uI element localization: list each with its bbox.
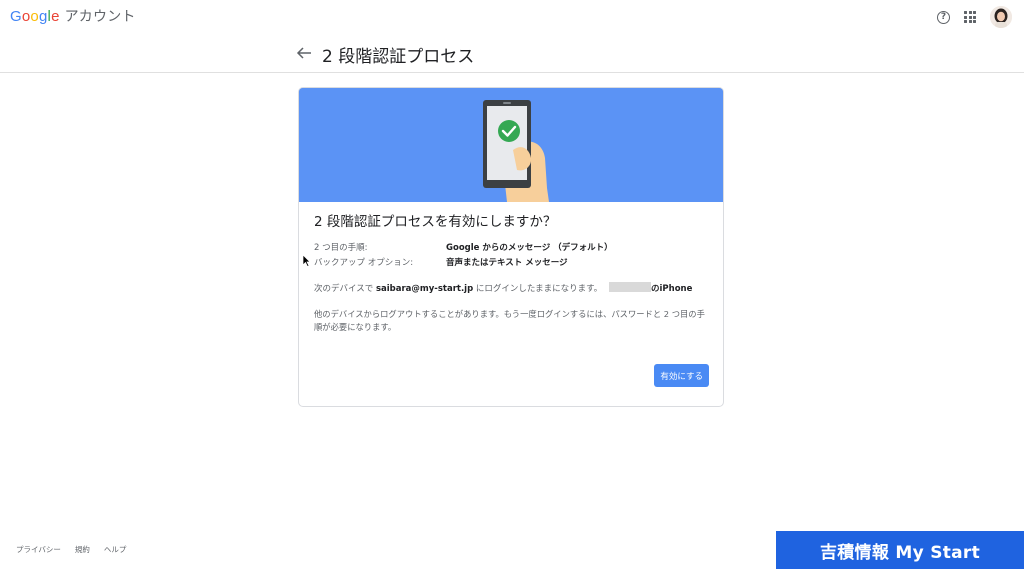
- card-heading: 2 段階認証プロセスを有効にしますか？: [314, 214, 557, 230]
- phone-check-illustration: [299, 88, 723, 202]
- title-bar: 2 段階認証プロセス: [0, 34, 1024, 73]
- page-title: 2 段階認証プロセス: [322, 47, 475, 67]
- phone-illustration-banner: [299, 88, 723, 202]
- device-name: のiPhone: [651, 284, 693, 294]
- mouse-cursor-icon: [302, 254, 311, 267]
- avatar[interactable]: [990, 6, 1012, 28]
- help-icon[interactable]: ?: [937, 10, 950, 24]
- device-prefix: 次のデバイスで: [314, 284, 374, 294]
- logo-letter: g: [38, 8, 48, 25]
- second-step-value: Google からのメッセージ （デフォルト）: [446, 243, 613, 253]
- header-actions: ?: [937, 6, 1012, 28]
- logo-letter: G: [10, 8, 22, 25]
- top-bar: G o o g l e アカウント ?: [0, 0, 1024, 34]
- back-arrow-icon[interactable]: [296, 46, 312, 60]
- footer-links: プライバシー 規約 ヘルプ: [16, 544, 126, 555]
- second-step-label: 2 つ目の手順:: [314, 243, 368, 253]
- logo-suffix: アカウント: [64, 8, 136, 24]
- enable-button[interactable]: 有効にする: [654, 364, 709, 387]
- backup-option-row: バックアップ オプション: 音声またはテキスト メッセージ: [314, 256, 568, 268]
- brand-overlay: 吉積情報 My Start: [776, 531, 1024, 569]
- logo-letter: o: [21, 8, 31, 25]
- backup-option-label: バックアップ オプション:: [314, 258, 414, 268]
- backup-option-value: 音声またはテキスト メッセージ: [446, 258, 568, 268]
- redacted-name: [609, 282, 651, 292]
- logo-letter: e: [51, 8, 60, 25]
- google-account-logo[interactable]: G o o g l e アカウント: [10, 6, 136, 26]
- device-email: saibara@my-start.jp: [375, 284, 474, 294]
- device-suffix: にログインしたままになります。: [475, 284, 603, 294]
- second-step-row: 2 つ目の手順: Google からのメッセージ （デフォルト）: [314, 241, 613, 253]
- terms-link[interactable]: 規約: [75, 544, 90, 555]
- device-line: 次のデバイスで saibara@my-start.jp にログインしたままになり…: [314, 282, 692, 294]
- help-link[interactable]: ヘルプ: [104, 544, 127, 555]
- two-step-card: 2 段階認証プロセスを有効にしますか？ 2 つ目の手順: Google からのメ…: [298, 87, 724, 407]
- privacy-link[interactable]: プライバシー: [16, 544, 61, 555]
- logout-note: 他のデバイスからログアウトすることがあります。もう一度ログインするには、パスワー…: [314, 309, 705, 332]
- page: G o o g l e アカウント ? 2 段階認証プロセス 2 段階認証プロセ…: [0, 0, 1024, 569]
- logo-letter: o: [30, 8, 39, 25]
- apps-grid-icon[interactable]: [964, 11, 976, 23]
